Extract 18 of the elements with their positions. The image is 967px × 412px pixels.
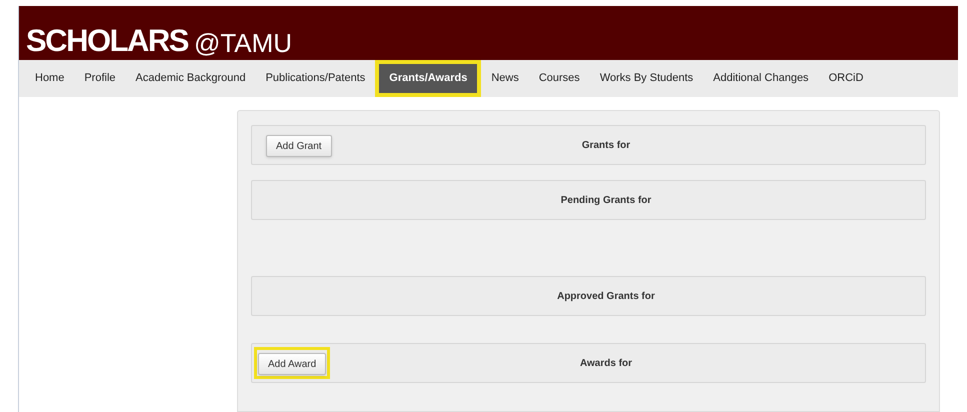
nav-tab[interactable]: News	[481, 60, 529, 97]
nav-tab[interactable]: Grants/Awards	[379, 64, 478, 93]
section-title: Approved Grants for	[556, 290, 656, 304]
nav-tab[interactable]: ORCiD	[818, 60, 874, 97]
nav-tab[interactable]: Home	[25, 60, 74, 97]
nav-tab[interactable]: Publications/Patents	[256, 60, 376, 97]
nav-tab[interactable]: Works By Students	[590, 60, 704, 97]
nav-tab[interactable]: Additional Changes	[703, 60, 819, 97]
logo-suffix: @TAMU	[194, 30, 292, 56]
add-button[interactable]: Add Grant	[266, 135, 332, 158]
logo-text[interactable]: SCHOLARS	[26, 25, 188, 56]
add-button[interactable]: Add Award	[258, 353, 326, 376]
section-title: Awards for	[578, 356, 634, 370]
nav-tab[interactable]: Courses	[528, 60, 590, 97]
nav-tab[interactable]: Academic Background	[126, 60, 256, 97]
section-title: Grants for	[580, 138, 632, 152]
nav-tab[interactable]: Profile	[74, 60, 126, 97]
section-title: Pending Grants for	[560, 194, 652, 208]
